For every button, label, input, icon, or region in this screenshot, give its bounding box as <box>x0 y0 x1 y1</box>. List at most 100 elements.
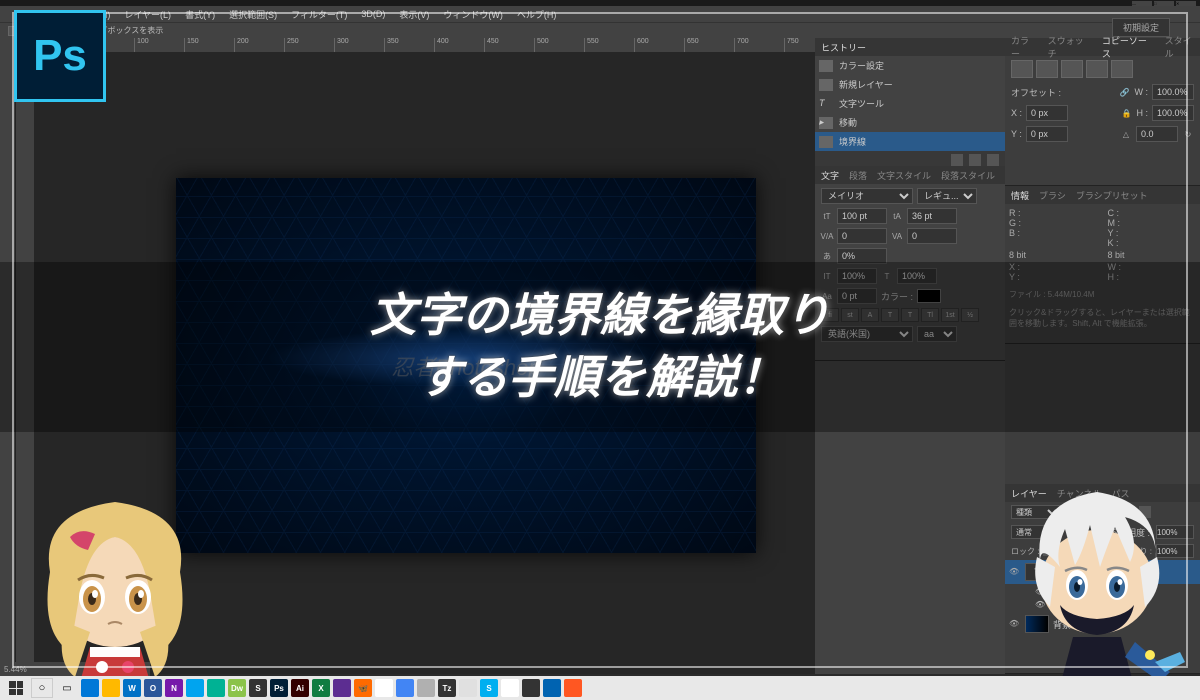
camera-icon[interactable] <box>951 154 963 166</box>
history-item[interactable]: 境界線 <box>815 132 1005 151</box>
taskbar-app[interactable] <box>207 679 225 697</box>
clone-source-4[interactable] <box>1086 60 1108 78</box>
menu-3d[interactable]: 3D(D) <box>361 9 385 19</box>
clone-source-5[interactable] <box>1111 60 1133 78</box>
taskbar-app[interactable]: S <box>480 679 498 697</box>
clone-angle-input[interactable] <box>1136 126 1178 142</box>
menu-type[interactable]: 書式(Y) <box>185 8 215 21</box>
taskbar-app[interactable]: Ps <box>270 679 288 697</box>
history-panel: ヒストリー カラー設定 新規レイヤー T文字ツール ▸移動 境界線 <box>815 38 1005 166</box>
parastyle-tab[interactable]: 段落スタイル <box>941 169 995 182</box>
clone-source-1[interactable] <box>1011 60 1033 78</box>
paragraph-tab[interactable]: 段落 <box>849 169 867 182</box>
taskbar-app[interactable]: N <box>165 679 183 697</box>
tracking-input[interactable] <box>907 228 957 244</box>
taskbar-app[interactable] <box>333 679 351 697</box>
info-tab[interactable]: 情報 <box>1011 189 1029 202</box>
search-button[interactable]: ○ <box>31 678 53 698</box>
taskview-icon[interactable]: ▭ <box>56 678 78 698</box>
start-button[interactable] <box>4 678 28 698</box>
lock-icon[interactable]: 🔒 <box>1120 107 1132 119</box>
taskbar-app[interactable] <box>375 679 393 697</box>
clone-y-input[interactable] <box>1026 126 1068 142</box>
taskbar-app[interactable] <box>396 679 414 697</box>
taskbar-app[interactable]: Tz <box>438 679 456 697</box>
clone-source-3[interactable] <box>1061 60 1083 78</box>
taskbar-app[interactable] <box>459 679 477 697</box>
history-tab[interactable]: ヒストリー <box>821 41 866 54</box>
angle-icon: △ <box>1120 128 1132 140</box>
minimize-button[interactable]: — <box>1132 1 1152 6</box>
font-size-input[interactable] <box>837 208 887 224</box>
reset-icon[interactable]: ↻ <box>1182 128 1194 140</box>
styles-tab[interactable]: スタイル <box>1165 34 1200 60</box>
character-left <box>20 472 210 682</box>
character-tab[interactable]: 文字 <box>821 169 839 182</box>
clone-source-2[interactable] <box>1036 60 1058 78</box>
font-family-select[interactable]: メイリオ <box>821 188 913 204</box>
color-icon <box>819 60 833 72</box>
stroke-icon <box>819 136 833 148</box>
menubar: 編集(E) イメージ(I) レイヤー(L) 書式(Y) 選択範囲(S) フィルタ… <box>0 6 1200 22</box>
fontsize-icon: tT <box>821 210 833 222</box>
menu-view[interactable]: 表示(V) <box>399 8 429 21</box>
clonesource-panel: カラー スウォッチ コピーソース スタイル オフセット : <box>1005 38 1200 186</box>
history-item[interactable]: ▸移動 <box>815 113 1005 132</box>
headline-line1: 文字の境界線を縁取り <box>370 285 830 347</box>
character-right <box>1005 467 1190 682</box>
clone-x-input[interactable] <box>1026 105 1068 121</box>
taskbar-app[interactable]: S <box>249 679 267 697</box>
headline-overlay: 文字の境界線を縁取り する手順を解説！ <box>0 262 1200 432</box>
ruler-horizontal: 050100 150200250 300350400 450500550 600… <box>34 38 815 52</box>
color-tab[interactable]: カラー <box>1011 34 1038 60</box>
taskbar-app[interactable] <box>102 679 120 697</box>
font-style-select[interactable]: レギュ... <box>917 188 977 204</box>
history-item[interactable]: カラー設定 <box>815 56 1005 75</box>
taskbar-app[interactable]: O <box>144 679 162 697</box>
taskbar-app[interactable] <box>501 679 519 697</box>
offset-label: オフセット : <box>1011 86 1061 99</box>
menu-layer[interactable]: レイヤー(L) <box>124 8 171 21</box>
new-icon[interactable] <box>969 154 981 166</box>
taskbar: ○ ▭ WONDwSPsAiX🦋TzS <box>0 676 1200 700</box>
clone-h-input[interactable] <box>1152 105 1194 121</box>
windows-icon <box>9 681 23 695</box>
leading-icon: tA <box>891 210 903 222</box>
text-icon: T <box>819 98 833 110</box>
taskbar-app[interactable] <box>522 679 540 697</box>
photoshop-logo: Ps <box>14 10 106 102</box>
taskbar-app[interactable]: Ai <box>291 679 309 697</box>
leading-input[interactable] <box>907 208 957 224</box>
move-icon: ▸ <box>819 117 833 129</box>
brushpreset-tab[interactable]: ブラシプリセット <box>1076 189 1148 202</box>
layer-icon <box>819 79 833 91</box>
tracking-icon: VA <box>891 230 903 242</box>
clone-w-input[interactable] <box>1152 84 1194 100</box>
menu-window[interactable]: ウィンドウ(W) <box>443 8 503 21</box>
close-button[interactable]: ✕ <box>1176 1 1196 6</box>
swatches-tab[interactable]: スウォッチ <box>1048 34 1092 60</box>
taskbar-app[interactable]: W <box>123 679 141 697</box>
maximize-button[interactable]: □ <box>1154 1 1174 6</box>
taskbar-app[interactable] <box>81 679 99 697</box>
menu-select[interactable]: 選択範囲(S) <box>229 8 277 21</box>
taskbar-app[interactable] <box>543 679 561 697</box>
charstyle-tab[interactable]: 文字スタイル <box>877 169 931 182</box>
menu-filter[interactable]: フィルター(T) <box>291 8 347 21</box>
history-item[interactable]: T文字ツール <box>815 94 1005 113</box>
taskbar-app[interactable] <box>564 679 582 697</box>
taskbar-app[interactable]: 🦋 <box>354 679 372 697</box>
menu-help[interactable]: ヘルプ(H) <box>517 8 557 21</box>
trash-icon[interactable] <box>987 154 999 166</box>
taskbar-app[interactable]: Dw <box>228 679 246 697</box>
kerning-icon: V/A <box>821 230 833 242</box>
clonesource-tab[interactable]: コピーソース <box>1102 34 1155 60</box>
brush-tab[interactable]: ブラシ <box>1039 189 1066 202</box>
taskbar-app[interactable] <box>186 679 204 697</box>
taskbar-app[interactable] <box>417 679 435 697</box>
kerning-input[interactable] <box>837 228 887 244</box>
taskbar-app[interactable]: X <box>312 679 330 697</box>
history-item[interactable]: 新規レイヤー <box>815 75 1005 94</box>
scale-icon: あ <box>821 250 833 262</box>
link-icon[interactable]: 🔗 <box>1119 86 1131 98</box>
